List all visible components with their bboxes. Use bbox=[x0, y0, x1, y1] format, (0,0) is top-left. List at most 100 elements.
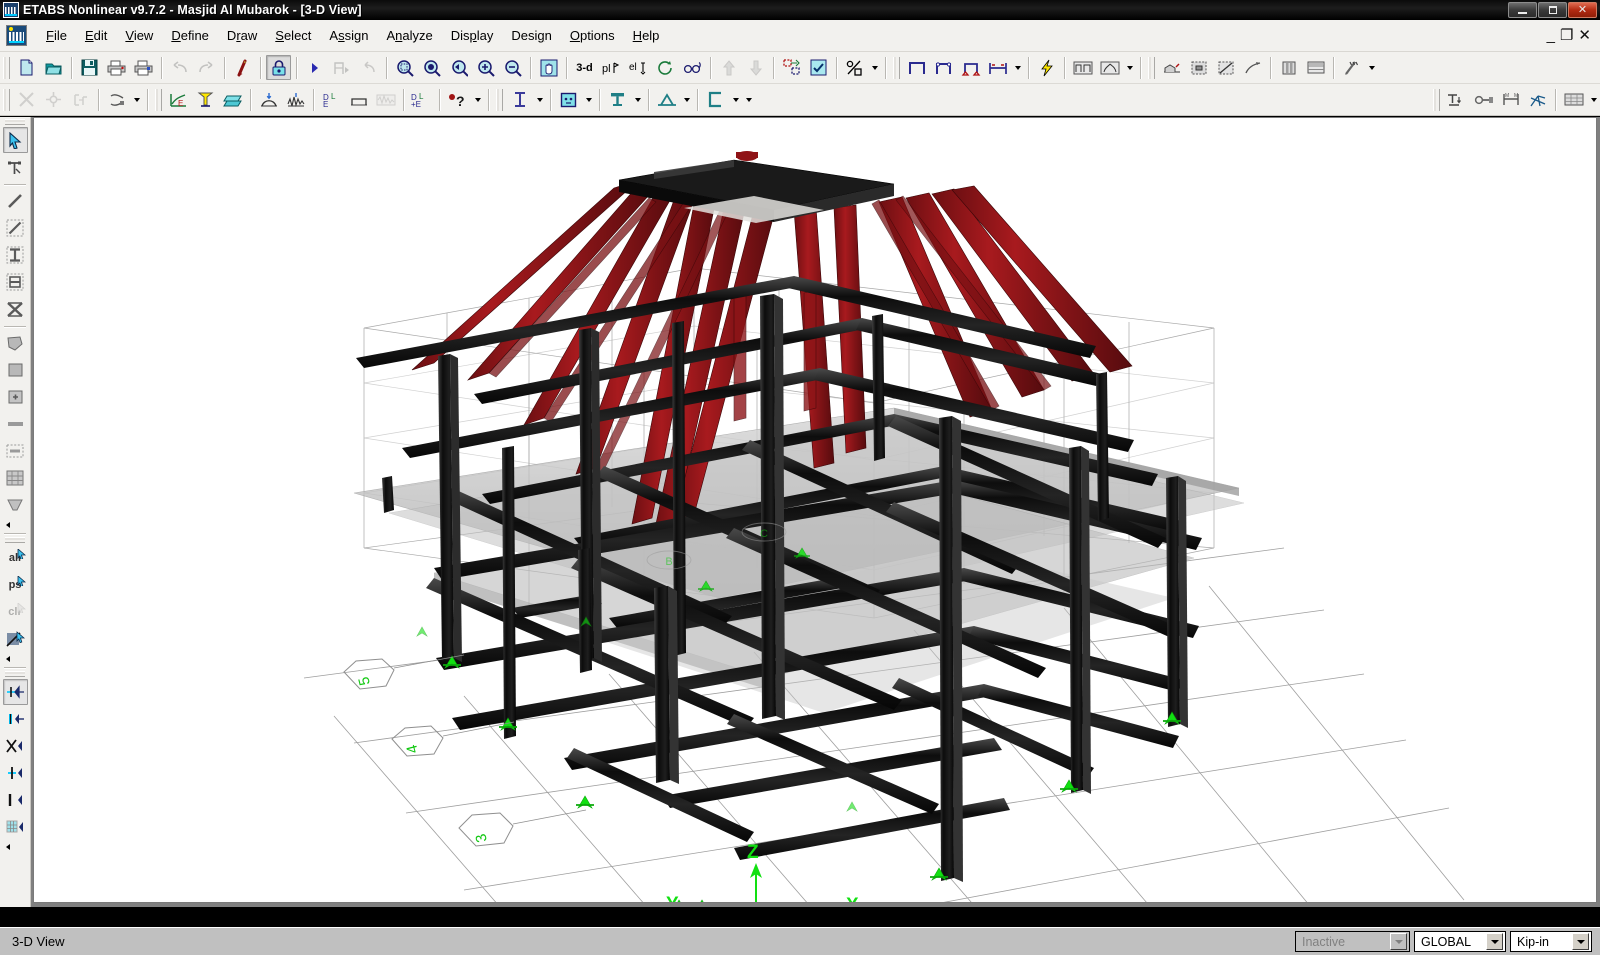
scale-percent-icon[interactable] bbox=[842, 55, 867, 80]
print-tables-icon[interactable] bbox=[131, 55, 156, 80]
deformed-edge-icon[interactable]: DLE bbox=[319, 87, 344, 112]
time-history-plot-icon[interactable] bbox=[373, 87, 398, 112]
frame-property-dropdown-arrow[interactable] bbox=[533, 87, 546, 112]
design-dropdown-arrow[interactable] bbox=[1365, 55, 1378, 80]
menu-assign[interactable]: Assign bbox=[320, 24, 377, 47]
frame-property-icon[interactable] bbox=[507, 87, 532, 112]
restore-previous-selection-icon[interactable] bbox=[356, 55, 381, 80]
left-toolbar-grip-3[interactable] bbox=[5, 671, 25, 677]
assign-to-group-icon[interactable] bbox=[806, 55, 831, 80]
snap-to-intersections-icon[interactable] bbox=[3, 733, 28, 759]
close-button[interactable]: ✕ bbox=[1568, 2, 1597, 18]
menu-display[interactable]: Display bbox=[442, 24, 503, 47]
menu-view[interactable]: View bbox=[116, 24, 162, 47]
joint-property-dropdown-arrow[interactable] bbox=[631, 87, 644, 112]
section-cut-icon[interactable] bbox=[1276, 55, 1301, 80]
coordinate-system-dropdown-button[interactable] bbox=[1486, 933, 1503, 950]
draw-area-object-icon[interactable] bbox=[3, 330, 28, 356]
redo-icon[interactable] bbox=[194, 55, 219, 80]
merge-dropdown-arrow[interactable] bbox=[130, 87, 143, 112]
point-object-icon[interactable] bbox=[1471, 87, 1496, 112]
menu-options[interactable]: Options bbox=[561, 24, 624, 47]
open-file-icon[interactable] bbox=[41, 55, 66, 80]
static-load-case-icon[interactable] bbox=[256, 87, 281, 112]
area-property-dropdown-arrow[interactable] bbox=[582, 87, 595, 112]
run-analysis-icon[interactable] bbox=[302, 55, 327, 80]
run-lightning-icon[interactable] bbox=[1034, 55, 1059, 80]
run-static-nonlinear-icon[interactable] bbox=[329, 55, 354, 80]
energy-diagram-icon[interactable] bbox=[1240, 55, 1265, 80]
snap-to-fine-grid-icon[interactable] bbox=[3, 814, 28, 840]
left-toolbar-grip[interactable] bbox=[5, 119, 25, 125]
toolbar2-grip-3[interactable] bbox=[496, 88, 503, 111]
secondary-overflow-arrow[interactable] bbox=[742, 87, 755, 112]
toolbar2-grip-4[interactable] bbox=[1433, 88, 1440, 111]
show-element-forces-icon[interactable] bbox=[1186, 55, 1211, 80]
lock-unlock-model-icon[interactable] bbox=[266, 55, 291, 80]
draw-developed-elevation-icon[interactable] bbox=[3, 492, 28, 518]
show-deformed-shape-icon[interactable] bbox=[1097, 55, 1122, 80]
previous-zoom-icon[interactable] bbox=[446, 55, 471, 80]
toolbar-grip-3[interactable] bbox=[1148, 56, 1155, 79]
menu-select[interactable]: Select bbox=[266, 24, 320, 47]
coordinate-system-combo[interactable]: GLOBAL bbox=[1414, 931, 1506, 952]
toolbar2-grip-2[interactable] bbox=[155, 88, 162, 111]
draw-line-object-icon[interactable] bbox=[3, 188, 28, 214]
menu-draw[interactable]: Draw bbox=[218, 24, 266, 47]
show-undeformed-shape-icon[interactable] bbox=[1070, 55, 1095, 80]
design-results-icon[interactable] bbox=[1339, 55, 1364, 80]
scale-dropdown-arrow[interactable] bbox=[868, 55, 881, 80]
zoom-in-one-step-icon[interactable] bbox=[473, 55, 498, 80]
show-stresses-icon[interactable] bbox=[1213, 55, 1238, 80]
snap-to-midpoints-icon[interactable] bbox=[3, 706, 28, 732]
snap-to-lines-icon[interactable] bbox=[3, 787, 28, 813]
area-property-icon[interactable] bbox=[556, 87, 581, 112]
snap-to-joints-icon[interactable] bbox=[2, 679, 28, 705]
menu-help[interactable]: Help bbox=[624, 24, 669, 47]
frame-label-icon[interactable] bbox=[1444, 87, 1469, 112]
minimize-button[interactable] bbox=[1508, 2, 1537, 18]
restore-previous-selection-icon[interactable]: ps bbox=[3, 572, 28, 598]
clear-selection-icon[interactable]: clr bbox=[3, 599, 28, 625]
move-down-in-list-icon[interactable] bbox=[743, 55, 768, 80]
quick-draw-brace-icon[interactable] bbox=[3, 296, 28, 322]
restore-button[interactable] bbox=[1538, 2, 1567, 18]
section-designer-icon[interactable] bbox=[654, 87, 679, 112]
assign-joint-icon[interactable] bbox=[193, 87, 218, 112]
elevation-view-icon[interactable]: el bbox=[626, 55, 651, 80]
zoom-out-one-step-icon[interactable] bbox=[500, 55, 525, 80]
menu-file[interactable]: File bbox=[37, 24, 76, 47]
draw-rectangular-area-icon[interactable] bbox=[3, 357, 28, 383]
section-designer-dropdown-arrow[interactable] bbox=[680, 87, 693, 112]
shapes-dropdown-arrow[interactable] bbox=[1123, 55, 1136, 80]
menu-design[interactable]: Design bbox=[502, 24, 560, 47]
menu-analyze[interactable]: Analyze bbox=[377, 24, 441, 47]
toolbar2-grip[interactable] bbox=[3, 88, 10, 111]
column-design-icon[interactable] bbox=[703, 87, 728, 112]
help-dropdown-arrow[interactable] bbox=[471, 87, 484, 112]
left-toolbar-expand-1[interactable] bbox=[3, 519, 28, 530]
display-load-icon[interactable]: E bbox=[166, 87, 191, 112]
show-tables-icon[interactable] bbox=[1303, 55, 1328, 80]
quick-draw-wall-icon[interactable] bbox=[3, 465, 28, 491]
pointer-select-icon[interactable] bbox=[2, 127, 28, 153]
save-icon[interactable] bbox=[77, 55, 102, 80]
move-points-icon[interactable] bbox=[41, 87, 66, 112]
snap-intersection-icon[interactable] bbox=[1525, 87, 1550, 112]
mdi-close-button[interactable]: ✕ bbox=[1577, 28, 1592, 43]
delete-selection-icon[interactable] bbox=[14, 87, 39, 112]
three-d-view-window[interactable]: 5 4 3 2 bbox=[33, 117, 1597, 903]
quick-draw-secondary-beam-icon[interactable] bbox=[3, 269, 28, 295]
dimension-line-icon[interactable]: MM bbox=[1498, 87, 1523, 112]
select-using-intersecting-line-icon[interactable] bbox=[3, 626, 28, 652]
quick-draw-area-icon[interactable] bbox=[3, 384, 28, 410]
set-building-view-options-icon[interactable] bbox=[779, 55, 804, 80]
frame-end-offsets-icon[interactable] bbox=[985, 55, 1010, 80]
left-toolbar-grip-2[interactable] bbox=[5, 537, 25, 543]
units-combo[interactable]: Kip-in bbox=[1510, 931, 1592, 952]
quick-draw-line-icon[interactable] bbox=[3, 215, 28, 241]
menu-edit[interactable]: Edit bbox=[76, 24, 116, 47]
frame-section-icon[interactable] bbox=[904, 55, 929, 80]
toolbar-grip[interactable] bbox=[3, 56, 10, 79]
draw-rect-wall-icon[interactable] bbox=[3, 438, 28, 464]
